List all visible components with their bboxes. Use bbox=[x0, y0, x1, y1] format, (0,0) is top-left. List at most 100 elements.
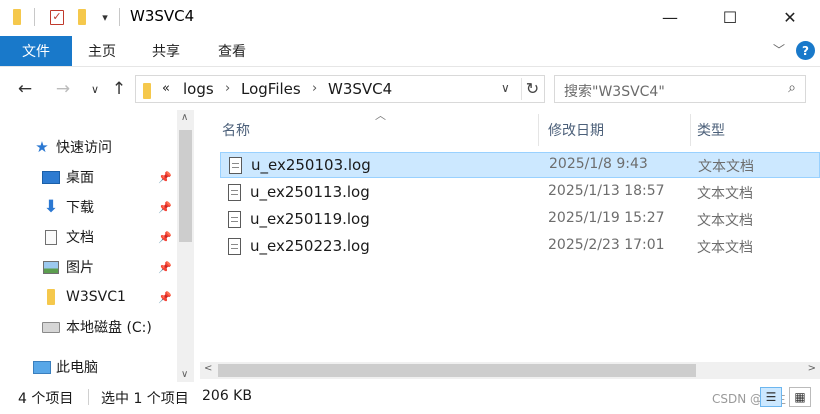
file-date: 2025/1/13 18:57 bbox=[548, 183, 665, 199]
picture-icon bbox=[42, 259, 60, 275]
sidebar-item-quick-access[interactable]: ★ 快速访问 bbox=[0, 133, 178, 161]
properties-check-icon[interactable]: ✓ bbox=[48, 8, 66, 26]
pin-icon: 📌 bbox=[158, 170, 172, 184]
file-name: u_ex250113.log bbox=[250, 183, 370, 201]
file-row[interactable]: u_ex250223.log 2025/2/23 17:01 文本文档 bbox=[220, 234, 820, 260]
folder-icon bbox=[42, 289, 60, 305]
selection-size: 206 KB bbox=[202, 388, 252, 404]
tab-file[interactable]: 文件 bbox=[0, 36, 72, 66]
column-header-type[interactable]: 类型 bbox=[697, 120, 725, 140]
scroll-right-icon[interactable]: > bbox=[808, 363, 816, 374]
sidebar-item-label: 图片 bbox=[66, 260, 94, 276]
folder-icon bbox=[143, 83, 151, 99]
search-icon[interactable]: ⌕ bbox=[788, 80, 796, 96]
breadcrumb-logs[interactable]: logs bbox=[183, 80, 214, 98]
text-file-icon bbox=[228, 184, 241, 201]
scrollbar-thumb[interactable] bbox=[218, 364, 696, 377]
sidebar-item-this-pc[interactable]: 此电脑 bbox=[0, 353, 178, 381]
large-icons-view-button[interactable]: ▦ bbox=[789, 387, 811, 407]
file-type: 文本文档 bbox=[697, 186, 753, 202]
text-file-icon bbox=[228, 238, 241, 255]
file-type: 文本文档 bbox=[698, 159, 754, 175]
file-name: u_ex250103.log bbox=[251, 156, 371, 174]
new-folder-icon[interactable] bbox=[76, 8, 88, 26]
file-list-scrollbar[interactable]: < > bbox=[200, 362, 820, 379]
file-row[interactable]: u_ex250103.log 2025/1/8 9:43 文本文档 bbox=[220, 152, 820, 178]
column-divider[interactable] bbox=[690, 114, 691, 146]
details-view-button[interactable]: ☰ bbox=[760, 387, 782, 407]
tab-share[interactable]: 共享 bbox=[152, 36, 180, 66]
file-name: u_ex250223.log bbox=[250, 237, 370, 255]
sidebar-scrollbar[interactable]: ∧ ∨ bbox=[177, 110, 194, 382]
document-icon bbox=[42, 229, 60, 245]
sidebar-item-local-disk[interactable]: 本地磁盘 (C:) bbox=[0, 313, 178, 341]
navigation-pane: ★ 快速访问 桌面 📌 ⬇ 下载 📌 文档 📌 图片 📌 W3SVC1 📌 本地… bbox=[0, 110, 195, 382]
selection-count: 选中 1 个项目 bbox=[101, 391, 189, 407]
file-row[interactable]: u_ex250119.log 2025/1/19 15:27 文本文档 bbox=[220, 207, 820, 233]
file-date: 2025/2/23 17:01 bbox=[548, 237, 665, 253]
divider bbox=[88, 389, 89, 405]
customize-toolbar-dropdown[interactable]: ▾ bbox=[98, 8, 112, 26]
column-header-name[interactable]: 名称 bbox=[222, 120, 250, 140]
address-bar[interactable]: « logs › LogFiles › W3SVC4 ∨ ↻ bbox=[135, 75, 545, 103]
scroll-down-icon[interactable]: ∨ bbox=[181, 369, 188, 380]
forward-button[interactable]: → bbox=[52, 78, 74, 100]
text-file-icon bbox=[228, 211, 241, 228]
address-dropdown-icon[interactable]: ∨ bbox=[501, 81, 510, 95]
sidebar-item-pictures[interactable]: 图片 📌 bbox=[0, 253, 178, 281]
drive-icon bbox=[42, 319, 60, 335]
recent-locations-button[interactable]: ∨ bbox=[84, 78, 106, 100]
sidebar-item-w3svc1[interactable]: W3SVC1 📌 bbox=[0, 283, 178, 311]
divider bbox=[34, 8, 35, 26]
tab-home[interactable]: 主页 bbox=[88, 36, 116, 66]
pin-icon: 📌 bbox=[158, 230, 172, 244]
scrollbar-thumb[interactable] bbox=[179, 130, 192, 242]
breadcrumb-separator[interactable]: › bbox=[312, 81, 317, 96]
file-type: 文本文档 bbox=[697, 213, 753, 229]
breadcrumb-overflow[interactable]: « bbox=[162, 81, 170, 96]
search-placeholder: 搜索"W3SVC4" bbox=[564, 84, 665, 100]
tab-view[interactable]: 查看 bbox=[218, 36, 246, 66]
search-input[interactable]: 搜索"W3SVC4" ⌕ bbox=[554, 75, 806, 103]
close-button[interactable]: ✕ bbox=[760, 0, 820, 34]
file-type: 文本文档 bbox=[697, 240, 753, 256]
item-count: 4 个项目 bbox=[18, 391, 74, 407]
text-file-icon bbox=[229, 157, 242, 174]
file-list: ︿ 名称 修改日期 类型 u_ex250103.log 2025/1/8 9:4… bbox=[200, 109, 820, 360]
download-icon: ⬇ bbox=[43, 197, 59, 217]
sort-ascending-icon: ︿ bbox=[375, 109, 386, 122]
breadcrumb-separator[interactable]: › bbox=[225, 81, 230, 96]
sidebar-item-label: 快速访问 bbox=[56, 140, 112, 156]
folder-icon[interactable] bbox=[9, 8, 25, 26]
divider bbox=[119, 8, 120, 26]
sidebar-item-label: 此电脑 bbox=[56, 360, 98, 376]
sidebar-item-label: 本地磁盘 (C:) bbox=[66, 320, 152, 336]
breadcrumb-logfiles[interactable]: LogFiles bbox=[241, 80, 301, 98]
scroll-up-icon[interactable]: ∧ bbox=[181, 112, 188, 123]
sidebar-item-desktop[interactable]: 桌面 📌 bbox=[0, 163, 178, 191]
file-row[interactable]: u_ex250113.log 2025/1/13 18:57 文本文档 bbox=[220, 180, 820, 206]
minimize-button[interactable]: — bbox=[640, 0, 700, 34]
computer-icon bbox=[33, 359, 51, 375]
sidebar-item-label: W3SVC1 bbox=[66, 289, 126, 305]
refresh-icon[interactable]: ↻ bbox=[521, 78, 543, 100]
help-icon[interactable]: ? bbox=[796, 41, 815, 60]
ribbon: 文件 主页 共享 查看 bbox=[0, 34, 820, 67]
file-date: 2025/1/8 9:43 bbox=[549, 156, 648, 172]
star-icon: ★ bbox=[35, 138, 49, 156]
scroll-left-icon[interactable]: < bbox=[204, 363, 212, 374]
back-button[interactable]: ← bbox=[14, 78, 36, 100]
pin-icon: 📌 bbox=[158, 200, 172, 214]
column-divider[interactable] bbox=[538, 114, 539, 146]
pin-icon: 📌 bbox=[158, 260, 172, 274]
sidebar-item-label: 下载 bbox=[66, 200, 94, 216]
desktop-icon bbox=[42, 169, 60, 185]
sidebar-item-documents[interactable]: 文档 📌 bbox=[0, 223, 178, 251]
column-header-date-modified[interactable]: 修改日期 bbox=[548, 120, 604, 140]
maximize-button[interactable]: ☐ bbox=[700, 0, 760, 34]
collapse-ribbon-icon[interactable]: ﹀ bbox=[773, 41, 785, 58]
sidebar-item-downloads[interactable]: ⬇ 下载 📌 bbox=[0, 193, 178, 221]
window-title: W3SVC4 bbox=[130, 7, 195, 25]
up-button[interactable]: ↑ bbox=[108, 78, 130, 100]
breadcrumb-w3svc4[interactable]: W3SVC4 bbox=[328, 80, 392, 98]
